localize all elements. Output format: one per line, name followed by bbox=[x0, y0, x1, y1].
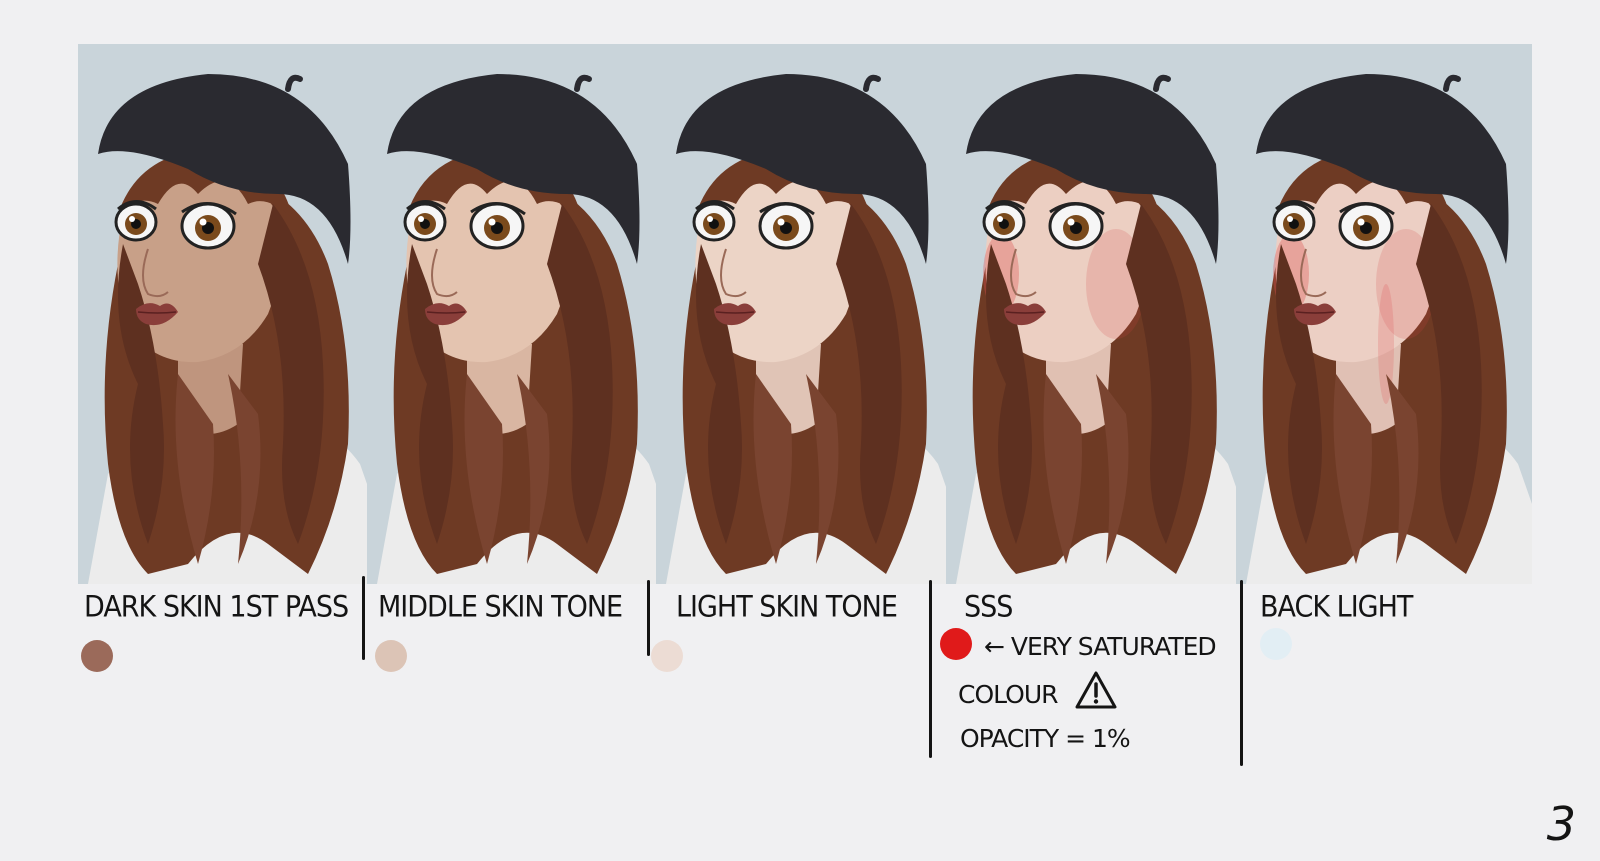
page-number: 3 bbox=[1546, 797, 1576, 851]
portrait-panel-dark-skin bbox=[78, 44, 374, 584]
swatch-middle-skin bbox=[375, 640, 407, 672]
portrait-panel-back-light bbox=[1236, 44, 1532, 584]
swatch-dark-skin bbox=[81, 640, 113, 672]
sss-note-saturated: ← VERY SATURATED bbox=[984, 632, 1217, 661]
divider-1 bbox=[362, 576, 365, 660]
portrait-panel-light-skin bbox=[656, 44, 952, 584]
label-sss: SSS bbox=[964, 590, 1013, 625]
divider-4 bbox=[1240, 580, 1243, 766]
swatch-back-light bbox=[1260, 628, 1292, 660]
portrait-panel-sss bbox=[946, 44, 1242, 584]
sss-note-opacity: OPACITY = 1% bbox=[960, 724, 1131, 753]
label-middle-skin: MIDDLE SKIN TONE bbox=[378, 590, 623, 625]
swatch-sss bbox=[940, 628, 972, 660]
divider-2 bbox=[647, 580, 650, 656]
swatch-light-skin bbox=[651, 640, 683, 672]
reference-sheet: DARK SKIN 1ST PASS MIDDLE SKIN TONE LIGH… bbox=[0, 0, 1600, 861]
warning-icon bbox=[1075, 671, 1117, 709]
label-back-light: BACK LIGHT bbox=[1260, 590, 1413, 625]
divider-3 bbox=[929, 580, 932, 758]
label-light-skin: LIGHT SKIN TONE bbox=[676, 590, 898, 625]
sss-note-colour: COLOUR bbox=[958, 680, 1059, 709]
label-dark-skin: DARK SKIN 1ST PASS bbox=[84, 590, 349, 625]
portrait-panel-middle-skin bbox=[367, 44, 663, 584]
